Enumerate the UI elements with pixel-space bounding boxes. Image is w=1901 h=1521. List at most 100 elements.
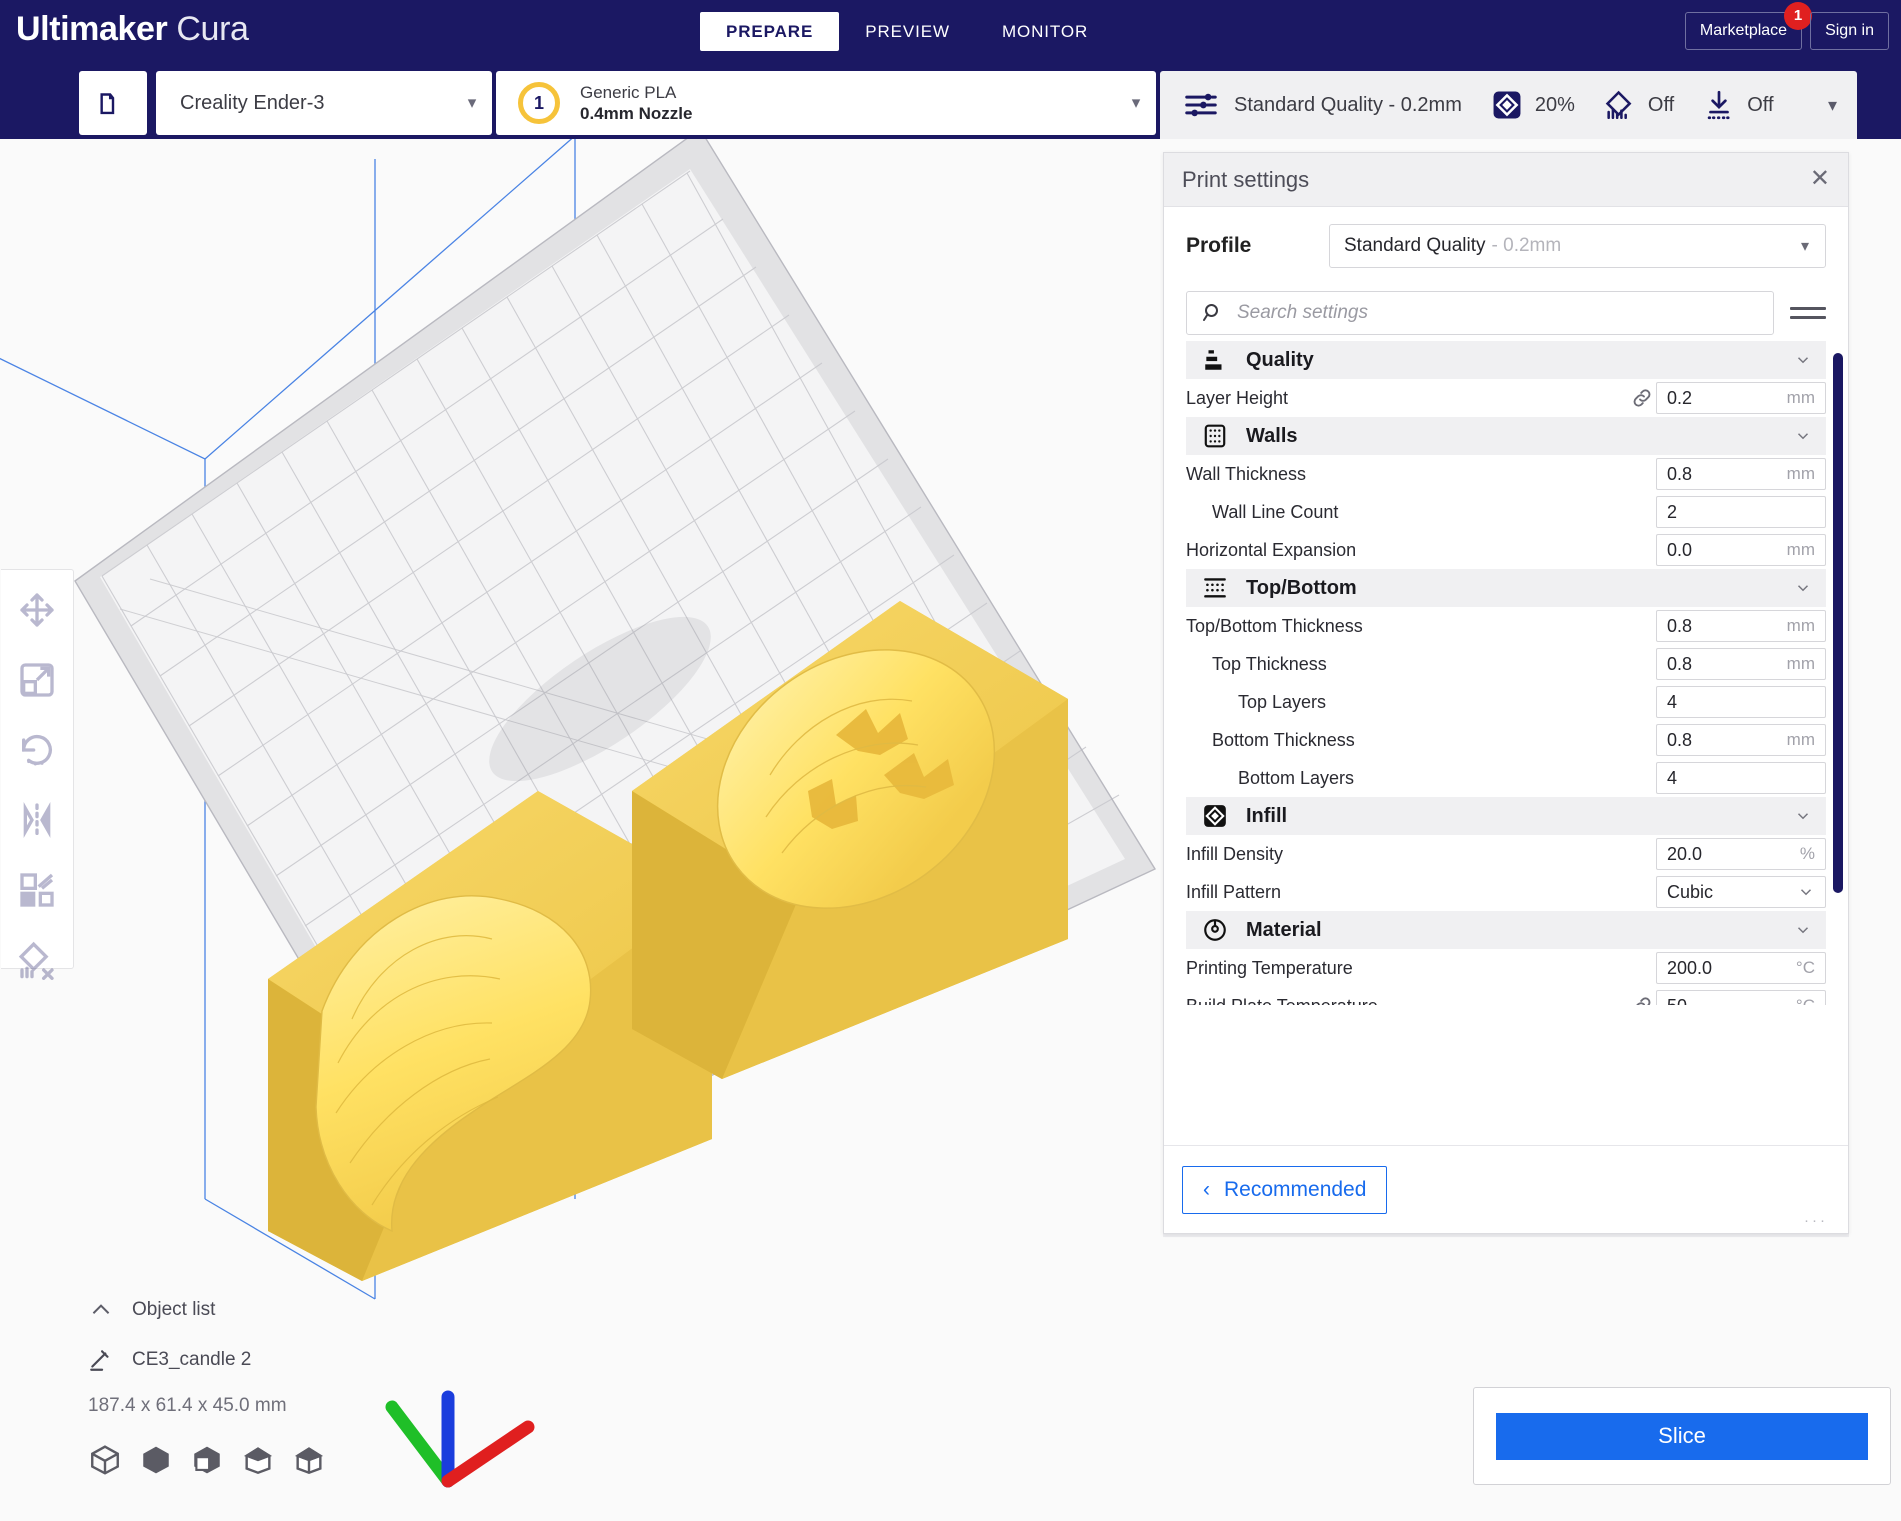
category-label: Quality [1246, 348, 1314, 371]
setting-row-top-layers[interactable]: Top Layers 4 [1186, 683, 1826, 721]
tab-prepare[interactable]: PREPARE [700, 12, 840, 51]
setting-value-field[interactable]: 200.0 °C [1656, 952, 1826, 984]
profile-select[interactable]: Standard Quality - 0.2mm ▾ [1329, 224, 1826, 268]
xray-view-icon[interactable] [139, 1443, 173, 1477]
scale-tool-icon[interactable] [17, 660, 57, 700]
per-model-settings-icon[interactable] [17, 870, 57, 910]
setting-value-field[interactable]: 4 [1656, 762, 1826, 794]
setting-value-field[interactable]: 0.8 mm [1656, 610, 1826, 642]
profile-label: Profile [1186, 234, 1252, 257]
setting-label: Layer Height [1186, 387, 1289, 408]
setting-unit: °C [1796, 996, 1815, 1005]
setting-label: Top Thickness [1212, 653, 1327, 674]
solid-view-icon[interactable] [88, 1443, 122, 1477]
setting-value-field[interactable]: Cubic [1656, 876, 1826, 908]
marketplace-button[interactable]: Marketplace 1 [1684, 2, 1813, 50]
settings-list[interactable]: Quality Layer Height 0.2 mm Walls Wall Thickn… [1186, 341, 1826, 1005]
setting-row-infill-pattern[interactable]: Infill Pattern Cubic [1186, 873, 1826, 911]
setting-value-field[interactable]: 2 [1656, 496, 1826, 528]
chevron-down-icon[interactable] [1794, 921, 1812, 939]
setting-value-field[interactable]: 0.2 mm [1656, 382, 1826, 414]
topbottom-icon [1198, 575, 1232, 601]
settings-category-quality[interactable]: Quality [1186, 341, 1826, 379]
chevron-down-icon[interactable] [1794, 807, 1812, 825]
setting-row-printing-temperature[interactable]: Printing Temperature 200.0 °C [1186, 949, 1826, 987]
setting-value: 0.2 [1667, 387, 1693, 408]
setting-value-field[interactable]: 0.8 mm [1656, 648, 1826, 680]
move-tool-icon[interactable] [17, 590, 57, 630]
resize-grip[interactable]: ··· [1804, 1212, 1828, 1229]
setting-row-horizontal-expansion[interactable]: Horizontal Expansion 0.0 mm [1186, 531, 1826, 569]
chevron-down-icon[interactable] [1794, 427, 1812, 445]
setting-row-bottom-thickness[interactable]: Bottom Thickness 0.8 mm [1186, 721, 1826, 759]
chevron-left-icon: ‹ [1203, 1177, 1210, 1201]
setting-row-build-plate-temperature[interactable]: Build Plate Temperature 50 °C [1186, 987, 1826, 1005]
settings-category-walls[interactable]: Walls [1186, 417, 1826, 455]
slice-button[interactable]: Slice [1496, 1412, 1868, 1460]
setting-unit: mm [1786, 616, 1815, 635]
setting-value-field[interactable]: 0.0 mm [1656, 534, 1826, 566]
open-file-button[interactable] [79, 71, 147, 135]
category-label: Top/Bottom [1246, 576, 1357, 599]
setting-value-field[interactable]: 0.8 mm [1656, 458, 1826, 490]
setting-row-top-thickness[interactable]: Top Thickness 0.8 mm [1186, 645, 1826, 683]
setting-value: 0.8 [1667, 463, 1693, 484]
tab-monitor[interactable]: MONITOR [976, 12, 1114, 51]
support-blocker-icon[interactable] [17, 940, 57, 980]
brand-bold: Ultimaker [16, 10, 168, 48]
search-box[interactable] [1186, 291, 1774, 335]
recommended-button[interactable]: ‹ Recommended [1182, 1165, 1388, 1214]
setting-label: Build Plate Temperature [1186, 996, 1628, 1006]
setting-row-layer-height[interactable]: Layer Height 0.2 mm [1186, 379, 1826, 417]
settings-scrollbar[interactable] [1833, 353, 1843, 893]
rotate-tool-icon[interactable] [17, 730, 57, 770]
profile-row: Profile Standard Quality - 0.2mm ▾ [1164, 207, 1848, 285]
link-icon[interactable] [1628, 386, 1656, 410]
chevron-down-icon: ▾ [467, 93, 477, 112]
setting-row-top-bottom-thickness[interactable]: Top/Bottom Thickness 0.8 mm [1186, 607, 1826, 645]
support-summary[interactable]: Off [1603, 88, 1674, 122]
setting-value-field[interactable]: 50 °C [1656, 990, 1826, 1005]
printer-selector[interactable]: Creality Ender-3 ▾ [156, 71, 492, 135]
setting-label: Horizontal Expansion [1186, 539, 1357, 560]
setting-row-bottom-layers[interactable]: Bottom Layers 4 [1186, 759, 1826, 797]
setting-row-wall-line-count[interactable]: Wall Line Count 2 [1186, 493, 1826, 531]
mirror-tool-icon[interactable] [17, 800, 57, 840]
setting-value: 50 [1667, 996, 1687, 1006]
settings-category-infill[interactable]: Infill [1186, 797, 1826, 835]
settings-category-material[interactable]: Material [1186, 911, 1826, 949]
setting-row-infill-density[interactable]: Infill Density 20.0% [1186, 835, 1826, 873]
setting-row-wall-thickness[interactable]: Wall Thickness 0.8 mm [1186, 455, 1826, 493]
print-setup-selector[interactable]: Standard Quality - 0.2mm 20% Off Off ▾ [1160, 71, 1857, 139]
chevron-up-icon [88, 1297, 114, 1323]
setting-value: 0.8 [1667, 729, 1693, 750]
layer-view-icon[interactable] [190, 1443, 224, 1477]
object-list-item[interactable]: CE3_candle 2 [88, 1347, 326, 1373]
open-box-icon[interactable] [241, 1443, 275, 1477]
setting-value-field[interactable]: 20.0% [1656, 838, 1826, 870]
infill-summary[interactable]: 20% [1490, 88, 1575, 122]
box-outline-icon[interactable] [292, 1443, 326, 1477]
signin-button[interactable]: Sign in [1810, 12, 1889, 50]
brand-light: Cura [176, 10, 249, 48]
object-list-toggle[interactable]: Object list [88, 1297, 326, 1323]
link-icon[interactable] [1628, 994, 1656, 1005]
setting-value-field[interactable]: 0.8 mm [1656, 724, 1826, 756]
category-label: Walls [1246, 424, 1298, 447]
adhesion-summary[interactable]: Off [1702, 88, 1774, 122]
tab-preview[interactable]: PREVIEW [839, 12, 976, 51]
app-logo: Ultimaker Cura [16, 10, 249, 49]
search-input[interactable] [1237, 302, 1773, 324]
infill-icon [1198, 803, 1232, 829]
chevron-down-icon: ▾ [1800, 238, 1809, 255]
chevron-down-icon[interactable] [1797, 883, 1815, 901]
chevron-down-icon[interactable] [1794, 351, 1812, 369]
close-icon[interactable]: ✕ [1810, 167, 1830, 191]
settings-visibility-menu-icon[interactable] [1790, 307, 1826, 319]
settings-category-top-bottom[interactable]: Top/Bottom [1186, 569, 1826, 607]
setting-value-field[interactable]: 4 [1656, 686, 1826, 718]
chevron-down-icon[interactable] [1794, 579, 1812, 597]
setting-value: 4 [1667, 767, 1678, 788]
material-selector[interactable]: 1 Generic PLA 0.4mm Nozzle ▾ [496, 71, 1156, 135]
setting-unit: mm [1786, 388, 1815, 407]
